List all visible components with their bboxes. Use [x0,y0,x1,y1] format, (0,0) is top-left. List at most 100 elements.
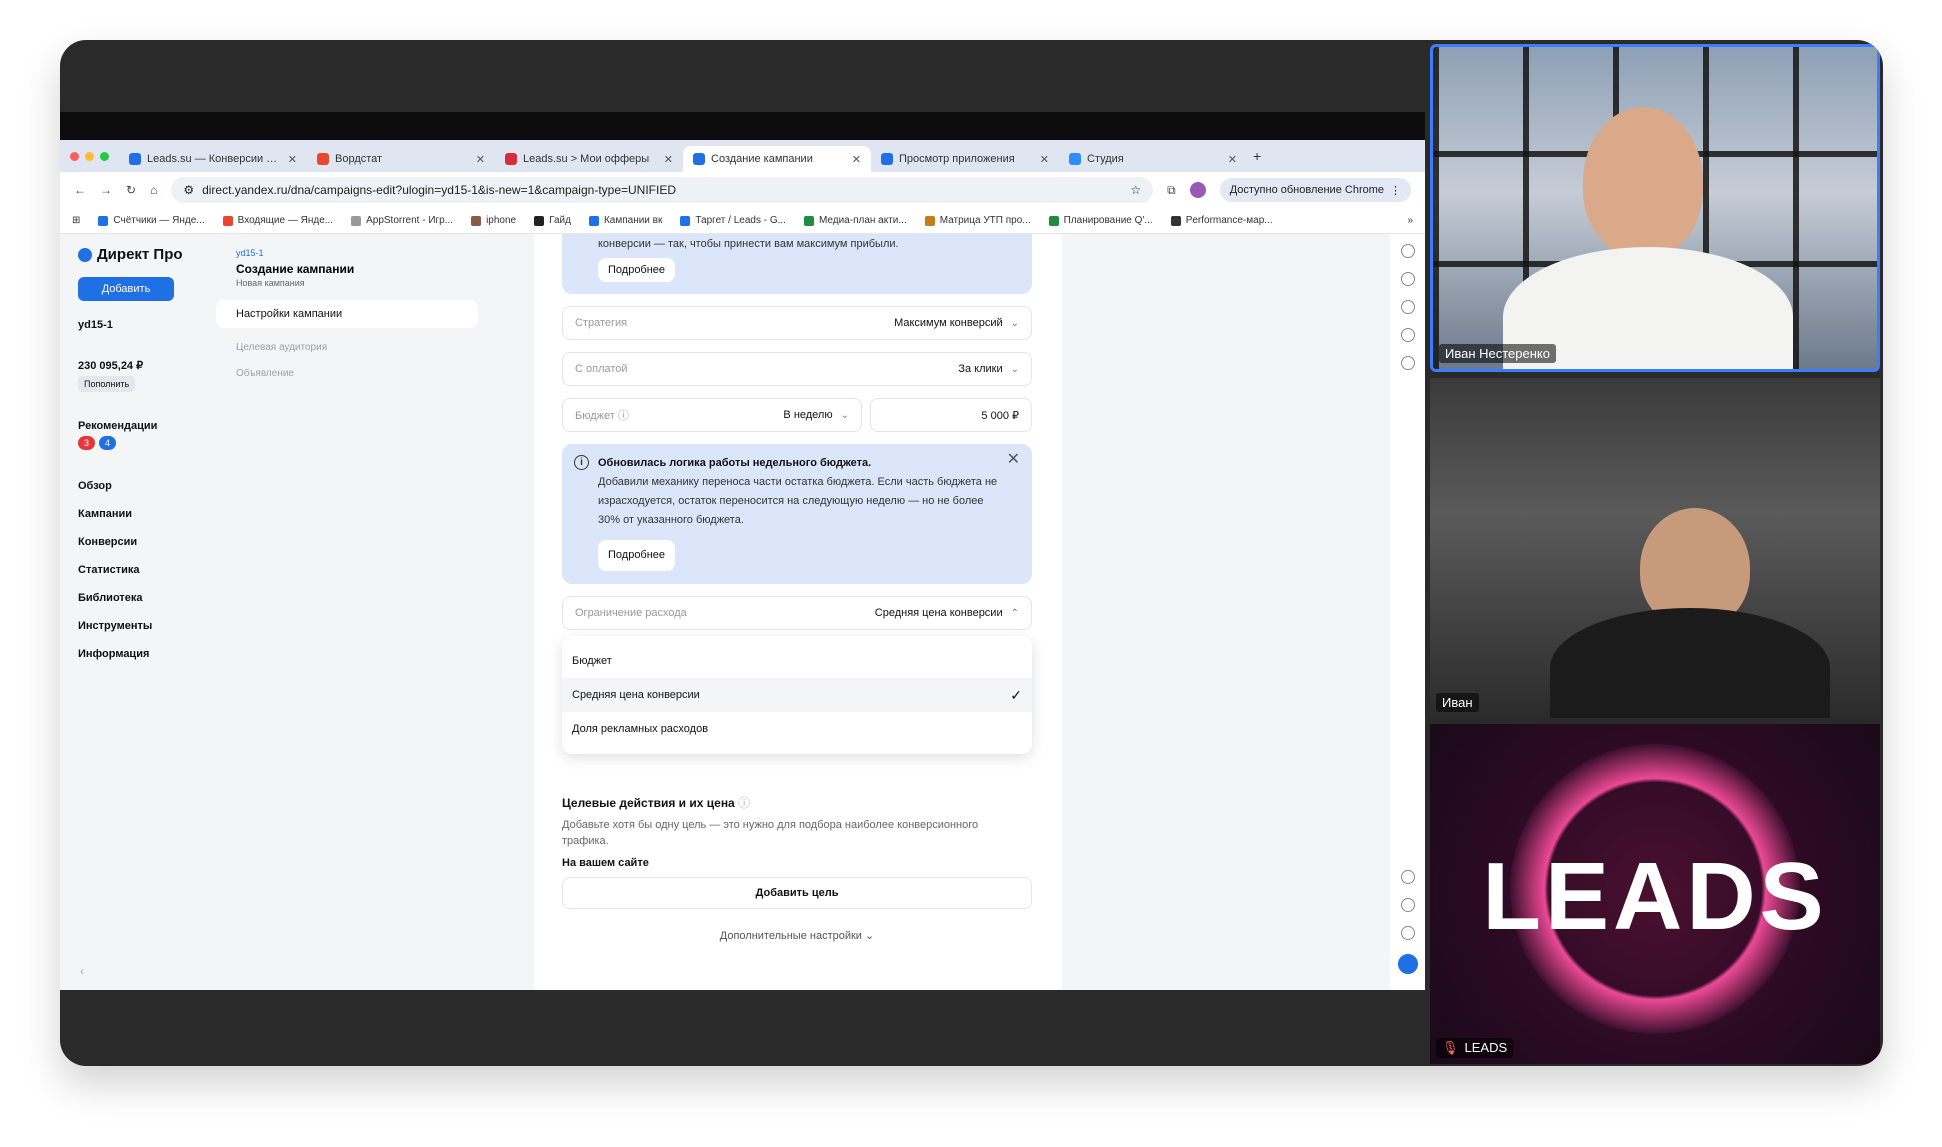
bookmark-item[interactable]: AppStorrent - Игр... [351,215,453,226]
nav-item-statistics[interactable]: Статистика [78,564,198,576]
badge-red[interactable]: 3 [78,436,96,450]
payment-select[interactable]: С оплатой За клики ⌄ [562,352,1032,386]
strategy-select[interactable]: Стратегия Максимум конверсий ⌄ [562,306,1032,340]
bookmarks-bar: ⊞ Счётчики — Янде... Входящие — Янде... … [60,208,1425,234]
yandex-icon [881,153,893,165]
breadcrumb[interactable]: yd15-1 [236,248,534,258]
browser-tab[interactable]: Leads.su > Мои офферы ✕ [495,146,683,172]
more-button[interactable]: Подробнее [598,258,676,282]
bookmark-item[interactable]: Таргет / Leads - G... [680,215,786,226]
extensions-icon[interactable]: ⧉ [1167,183,1176,198]
apps-icon[interactable]: ⊞ [72,215,80,226]
topup-button[interactable]: Пополнить [78,376,136,392]
notice-more-button[interactable]: Подробнее [598,540,676,571]
chat-icon[interactable] [1400,272,1415,286]
browser-window: Leads.su — Конверсии — Я ✕ Вордстат ✕ Lead… [60,140,1425,990]
leads-icon [505,153,517,165]
advanced-settings-toggle[interactable]: Дополнительные настройки ⌄ [562,929,1032,942]
forward-icon[interactable]: → [100,183,112,197]
bookmark-item[interactable]: Performance-мар... [1170,215,1273,226]
profile-avatar[interactable] [1189,182,1206,198]
maximize-window-button[interactable] [100,151,109,161]
add-goal-button[interactable]: Добавить цель [562,877,1032,909]
close-tab-icon[interactable]: ✕ [476,153,485,166]
minimize-window-button[interactable] [85,151,94,161]
browser-tab[interactable]: Студия ✕ [1059,146,1247,172]
nav-item-library[interactable]: Библиотека [78,592,198,604]
option-avg-conversion-price[interactable]: Средняя цена конверсии ✓ [562,678,1032,712]
direct-logo[interactable]: Директ Про [78,246,198,263]
play-icon[interactable] [1400,356,1415,370]
reload-icon[interactable]: ↻ [126,183,136,197]
muted-mic-icon: 🎙 [1442,1040,1459,1055]
close-tab-icon[interactable]: ✕ [1228,153,1237,166]
close-tab-icon[interactable]: ✕ [664,153,673,166]
sun-icon[interactable] [1400,898,1415,912]
badge-blue[interactable]: 4 [99,436,117,450]
site-settings-icon[interactable]: ⚙ [183,183,194,197]
add-button[interactable]: Добавить [78,277,174,301]
step-target-audience[interactable]: Целевая аудитория [216,334,534,360]
nav-item-info[interactable]: Информация [78,648,198,660]
alice-icon[interactable] [1400,244,1415,258]
meeting-window: Leads.su — Конверсии — Я ✕ Вордстат ✕ Lead… [60,40,1883,1066]
step-ad[interactable]: Объявление [216,360,534,386]
participant-face [1583,107,1703,257]
url-field[interactable]: ⚙ direct.yandex.ru/dna/campaigns-edit?ul… [171,177,1154,203]
more-bookmarks-icon[interactable]: » [1407,215,1413,226]
apps-grid-icon[interactable] [1400,926,1415,940]
home-icon[interactable]: ⌂ [150,183,157,197]
bookmark-item[interactable]: Счётчики — Янде... [98,215,205,226]
browser-tab[interactable]: Вордстат ✕ [307,146,495,172]
option-budget[interactable]: Бюджет [562,644,1032,678]
account-name[interactable]: yd15-1 [78,319,198,331]
video-tile-2[interactable]: Иван [1430,378,1880,718]
globe-icon[interactable] [1400,870,1415,884]
bookmark-item[interactable]: Гайд [534,215,571,226]
close-tab-icon[interactable]: ✕ [852,153,861,166]
bookmark-icon [924,215,935,226]
bookmark-star-icon[interactable]: ☆ [1130,183,1141,197]
close-window-button[interactable] [70,151,79,161]
browser-tab[interactable]: Просмотр приложения ✕ [871,146,1059,172]
info-text: конверсии — так, чтобы принести вам макс… [598,238,899,250]
bookmark-item[interactable]: Медиа-план акти... [803,215,907,226]
chrome-update-button[interactable]: Доступно обновление Chrome ⋮ [1219,178,1411,202]
nav-item-campaigns[interactable]: Кампании [78,508,198,520]
thumbs-up-icon[interactable] [1400,328,1415,342]
nav-item-overview[interactable]: Обзор [78,480,198,492]
bookmark-item[interactable]: Матрица УТП про... [924,215,1031,226]
help-icon[interactable]: ⓘ [618,410,629,422]
budget-row: Бюджет ⓘ В неделю ⌄ 5 000 ₽ [562,398,1034,432]
video-tile-1[interactable]: Иван Нестеренко [1430,44,1880,372]
bell-icon[interactable] [1400,300,1415,314]
close-tab-icon[interactable]: ✕ [288,153,297,166]
spend-limit-select[interactable]: Ограничение расхода Средняя цена конверс… [562,596,1032,630]
bookmark-item[interactable]: iphone [471,215,516,226]
flag-icon [1170,215,1181,226]
option-ad-spend-share[interactable]: Доля рекламных расходов [562,712,1032,746]
tab-title: Просмотр приложения [899,153,1015,165]
budget-period-select[interactable]: Бюджет ⓘ В неделю ⌄ [562,398,862,432]
new-tab-icon[interactable]: + [1253,148,1261,164]
browser-tab[interactable]: Leads.su — Конверсии — Я ✕ [119,146,307,172]
nav-item-tools[interactable]: Инструменты [78,620,198,632]
nav-item-conversions[interactable]: Конверсии [78,536,198,548]
bookmark-icon [351,215,362,226]
assistant-icon[interactable] [1397,954,1418,974]
collapse-chevron-icon[interactable]: ‹ [80,964,84,978]
help-icon[interactable]: ⓘ [738,796,750,810]
close-icon[interactable]: ✕ [1007,450,1020,469]
browser-tab-active[interactable]: Создание кампании ✕ [683,146,871,172]
recommendations-link[interactable]: Рекомендации [78,420,198,432]
bookmark-item[interactable]: Входящие — Янде... [222,215,333,226]
close-tab-icon[interactable]: ✕ [1040,153,1049,166]
video-tile-3[interactable]: LEADS 🎙 LEADS [1430,724,1880,1064]
bookmark-item[interactable]: Кампании вк [588,215,662,226]
field-value: 5 000 ₽ [981,409,1019,422]
bookmark-item[interactable]: Планирование Q'... [1048,215,1153,226]
participant-shirt [1550,608,1830,718]
back-icon[interactable]: ← [74,183,86,197]
step-campaign-settings[interactable]: Настройки кампании [216,300,478,328]
budget-amount-input[interactable]: 5 000 ₽ [870,398,1032,432]
